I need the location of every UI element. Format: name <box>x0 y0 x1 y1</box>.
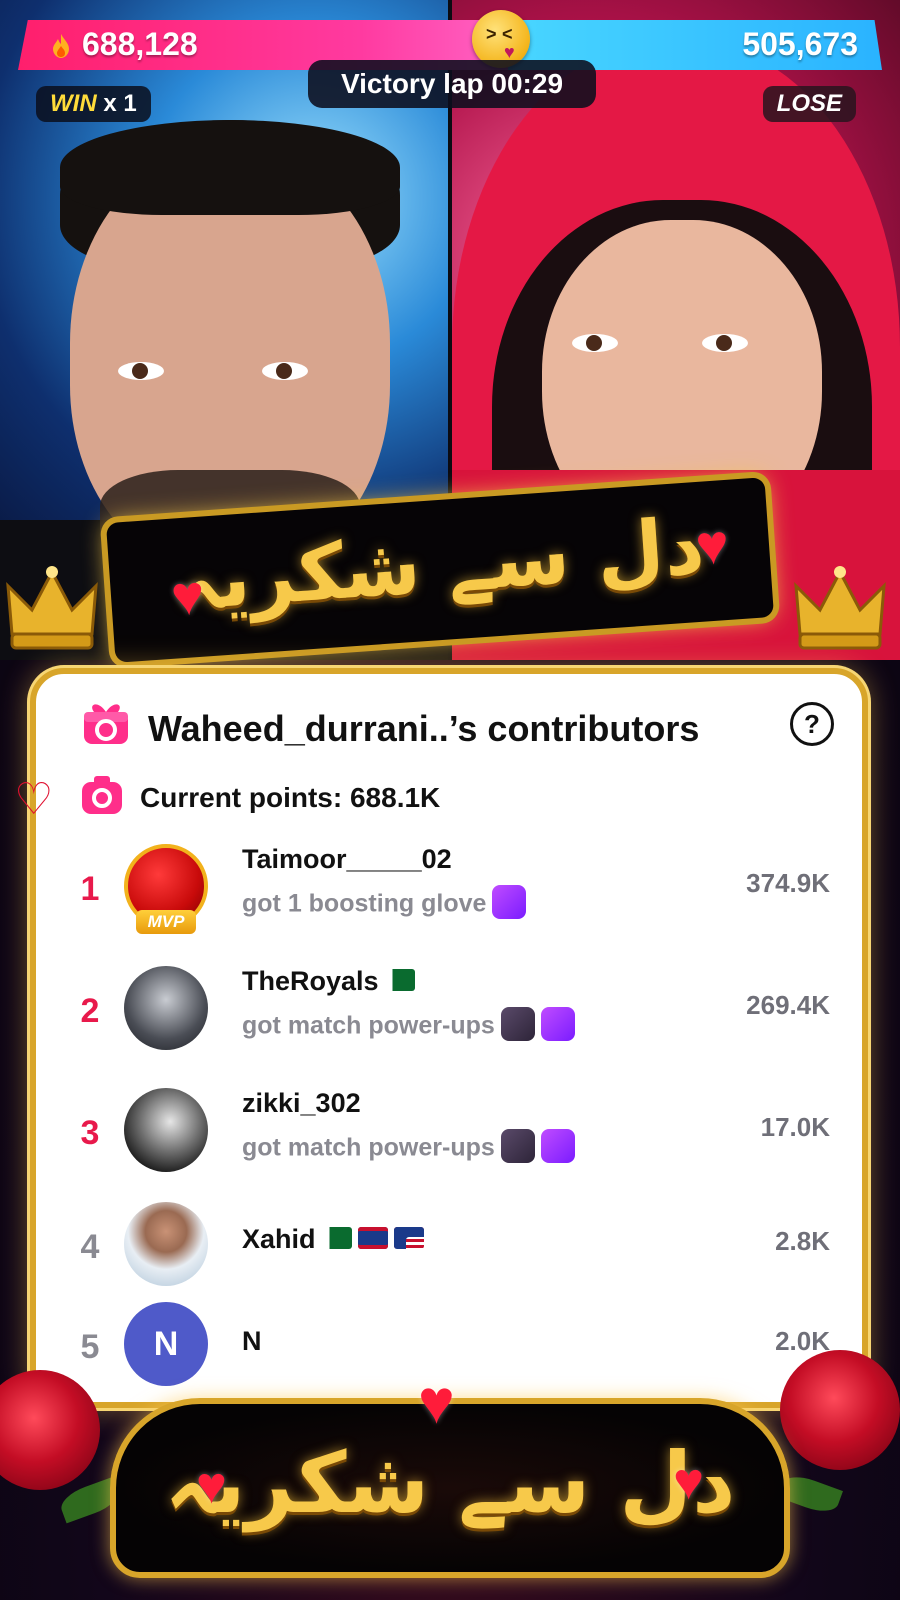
rank-number: 2 <box>80 992 100 1030</box>
heart-icon: ♥ <box>196 1457 227 1515</box>
avatar[interactable] <box>124 966 208 1050</box>
contributors-panel: Waheed_durrani..’s contributors ? ♡ Curr… <box>14 668 868 1408</box>
glove-powerup-icon <box>500 1007 535 1041</box>
camera-icon <box>82 776 122 814</box>
boosting-glove-icon <box>492 885 527 919</box>
gift-icon <box>84 704 128 744</box>
hammer-powerup-icon <box>540 1129 575 1163</box>
contributor-name: N <box>242 1326 262 1356</box>
contributor-points: 2.8K <box>775 1226 830 1256</box>
rank-number: 1 <box>80 870 100 908</box>
uk-flag-icon <box>357 1226 388 1249</box>
mvp-badge: MVP <box>136 910 196 934</box>
current-points: Current points: 688.1K <box>140 782 441 813</box>
glove-powerup-icon <box>500 1129 535 1163</box>
pakistan-flag-icon <box>384 968 415 991</box>
heart-icon: ♥ <box>693 511 732 578</box>
heart-icon: ♥ <box>418 1368 455 1437</box>
rose-icon <box>780 1350 900 1470</box>
contributor-subtitle: got match power-ups <box>242 1007 575 1044</box>
contributor-name: Taimoor_____02 <box>242 844 452 874</box>
contributor-name: Xahid <box>242 1224 424 1255</box>
help-icon[interactable]: ? <box>790 702 834 746</box>
contributor-row[interactable]: 1 MVP Taimoor_____02 got 1 boosting glov… <box>36 844 862 954</box>
rank-number: 5 <box>80 1328 100 1366</box>
panel-title: Waheed_durrani..’s contributors <box>148 708 700 749</box>
hammer-powerup-icon <box>540 1007 575 1041</box>
contributor-subtitle: got 1 boosting glove <box>242 885 527 922</box>
thanks-text: دل سے شکریہ <box>172 501 708 629</box>
contributor-name: zikki_302 <box>242 1088 361 1118</box>
contributor-subtitle: got match power-ups <box>242 1129 575 1166</box>
contributor-row[interactable]: 2 TheRoyals got match power-ups 269.4K <box>36 966 862 1076</box>
avatar[interactable]: N <box>124 1302 208 1386</box>
right-score: 505,673 <box>742 26 858 62</box>
avatar[interactable] <box>124 1202 208 1286</box>
crown-icon <box>794 566 886 650</box>
heart-icon: ♥ <box>168 562 207 628</box>
lose-badge: LOSE <box>762 86 856 122</box>
win-badge: WIN x 1 <box>36 86 151 122</box>
win-label: WIN <box>50 90 97 117</box>
rank-number: 3 <box>80 1114 100 1152</box>
contributor-row[interactable]: 4 Xahid 2.8K <box>36 1202 862 1312</box>
us-flag-icon <box>393 1226 424 1249</box>
rank-number: 4 <box>80 1228 100 1266</box>
contributor-points: 269.4K <box>746 990 830 1020</box>
pakistan-flag-icon <box>321 1226 352 1249</box>
crown-icon <box>6 566 98 650</box>
avatar[interactable] <box>124 1088 208 1172</box>
left-score: 688,128 <box>82 26 198 62</box>
contributor-name: TheRoyals <box>242 966 415 997</box>
win-count: x 1 <box>103 90 137 117</box>
contributor-points: 374.9K <box>746 868 830 898</box>
victory-lap-timer: Victory lap 00:29 <box>308 60 596 108</box>
heart-outline-icon: ♡ <box>14 775 54 824</box>
contributor-points: 17.0K <box>760 1112 830 1142</box>
heart-icon: ♥ <box>673 1453 704 1511</box>
contributor-row[interactable]: 3 zikki_302 got match power-ups 17.0K <box>36 1088 862 1198</box>
flame-icon <box>53 34 69 58</box>
